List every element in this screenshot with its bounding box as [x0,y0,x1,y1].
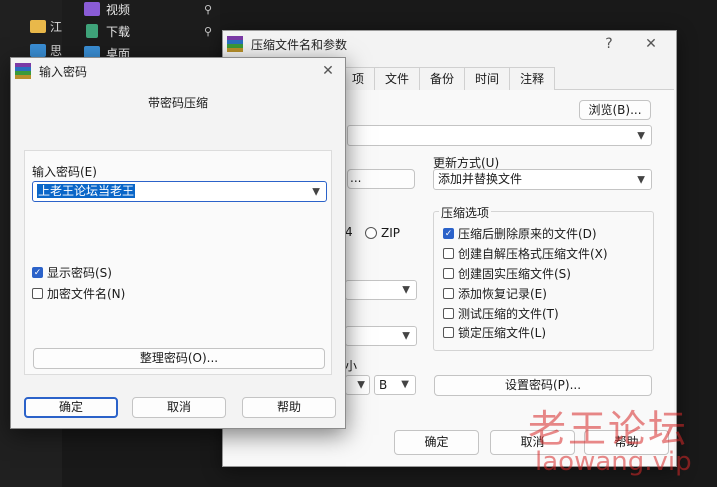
format-rar4-label: 4 [345,225,353,239]
watermark-logo: 老王论坛 [528,407,689,451]
cancel-button[interactable]: 取消 [132,397,226,418]
winrar-icon [227,36,243,52]
dictionary-size-select[interactable]: ▼ [345,326,417,346]
option-delete-after[interactable]: ✓ 压缩后删除原来的文件(D) [443,225,597,242]
update-mode-select[interactable]: 添加并替换文件 ▼ [433,169,652,190]
dialog-titlebar: 压缩文件名和参数 ? ✕ [223,31,676,57]
tab-comment[interactable]: 注释 [509,67,556,90]
chevron-down-icon: ▼ [402,284,410,296]
checkbox-icon [443,268,454,279]
radio-icon [365,227,377,239]
tab-backup[interactable]: 备份 [419,67,466,90]
chevron-down-icon: ▼ [312,186,320,197]
pin-icon[interactable]: ⚲ [204,25,212,38]
video-folder-icon [84,2,100,16]
ok-button[interactable]: 确定 [24,397,118,418]
chevron-down-icon: ▼ [637,174,645,185]
nav-item-label: 视频 [106,2,131,17]
option-test-files[interactable]: 测试压缩的文件(T) [443,305,559,322]
checkbox-icon [443,288,454,299]
encrypt-filenames-checkbox[interactable]: 加密文件名(N) [32,285,125,302]
password-value: 上老王论坛当老王 [37,184,136,198]
option-label: 创建固实压缩文件(S) [458,267,571,281]
dialog-title: 压缩文件名和参数 [251,37,348,52]
organize-passwords-button[interactable]: 整理密码(O)... [33,348,325,369]
option-recovery-record[interactable]: 添加恢复记录(E) [443,285,547,302]
volume-size-field[interactable]: ▼ [345,375,370,395]
archive-name-field[interactable]: ▼ [347,125,652,146]
checkbox-checked-icon: ✓ [32,267,43,278]
option-label: 锁定压缩文件(L) [458,326,547,340]
password-dialog-title: 输入密码 [39,64,88,79]
quick-access-list: 视频 ⚲ 下载 ⚲ 桌面 [62,0,220,61]
folder-icon [30,20,46,33]
chevron-down-icon: ▼ [637,130,645,141]
browse-button[interactable]: 浏览(B)... [579,100,651,120]
help-button[interactable]: 帮助 [242,397,336,418]
checkbox-icon [443,248,454,259]
chevron-down-icon: ▼ [402,330,410,342]
folder-label: 江 [50,20,63,34]
chevron-down-icon: ▼ [401,379,409,390]
nav-item-download[interactable]: 下载 ⚲ [62,20,220,42]
tab-files[interactable]: 文件 [374,67,421,90]
winrar-icon [15,63,31,79]
password-panel: 输入密码(E) 上老王论坛当老王 ▼ ✓ 显示密码(S) 加密文件名(N) 整理… [24,150,332,375]
nav-item-label: 下载 [106,24,131,39]
format-zip-radio[interactable]: ZIP [365,226,400,240]
close-icon[interactable]: ✕ [640,33,662,55]
download-folder-icon [86,24,98,38]
format-zip-label: ZIP [381,226,400,240]
compression-method-select[interactable]: ▼ [345,280,417,300]
password-dialog-heading: 带密码压缩 [147,96,208,110]
checkbox-icon [443,327,454,338]
volume-unit-select[interactable]: B ▼ [374,375,416,395]
tab-time[interactable]: 时间 [464,67,511,90]
checkbox-icon [32,288,43,299]
folder-icon [30,44,46,57]
set-password-button[interactable]: 设置密码(P)... [434,375,652,396]
option-label: 压缩后删除原来的文件(D) [458,227,597,241]
option-create-sfx[interactable]: 创建自解压格式压缩文件(X) [443,245,608,262]
checkbox-checked-icon: ✓ [443,228,454,239]
option-label: 创建自解压格式压缩文件(X) [458,247,608,261]
help-icon[interactable]: ? [598,33,620,55]
option-lock-archive[interactable]: 锁定压缩文件(L) [443,324,546,341]
chevron-down-icon: ▼ [357,379,365,391]
watermark-url: laowang.vip [535,447,692,477]
ok-button[interactable]: 确定 [394,430,479,455]
password-dialog-titlebar: 输入密码 ✕ [11,58,345,84]
option-label: 添加恢复记录(E) [458,287,547,301]
checkbox-icon [443,308,454,319]
nav-item-video[interactable]: 视频 ⚲ [62,0,220,20]
pin-icon[interactable]: ⚲ [204,3,212,16]
volume-unit-value: B [379,378,388,392]
volume-size-label: 小 [345,359,358,373]
show-password-checkbox[interactable]: ✓ 显示密码(S) [32,264,112,281]
profiles-button[interactable]: ... [347,169,415,189]
tab-strip: 项 文件 备份 时间 注释 [341,67,556,90]
close-icon[interactable]: ✕ [317,60,339,82]
show-password-label: 显示密码(S) [47,266,112,280]
option-create-solid[interactable]: 创建固实压缩文件(S) [443,265,571,282]
password-label: 输入密码(E) [32,165,97,179]
password-input[interactable]: 上老王论坛当老王 ▼ [32,181,327,202]
option-label: 测试压缩的文件(T) [458,307,559,321]
compression-options-title: 压缩选项 [439,204,492,221]
update-mode-value: 添加并替换文件 [438,172,523,186]
password-dialog: 输入密码 ✕ 带密码压缩 输入密码(E) 上老王论坛当老王 ▼ ✓ 显示密码(S… [10,57,346,429]
tab-options[interactable]: 项 [341,67,376,90]
encrypt-filenames-label: 加密文件名(N) [47,287,126,301]
